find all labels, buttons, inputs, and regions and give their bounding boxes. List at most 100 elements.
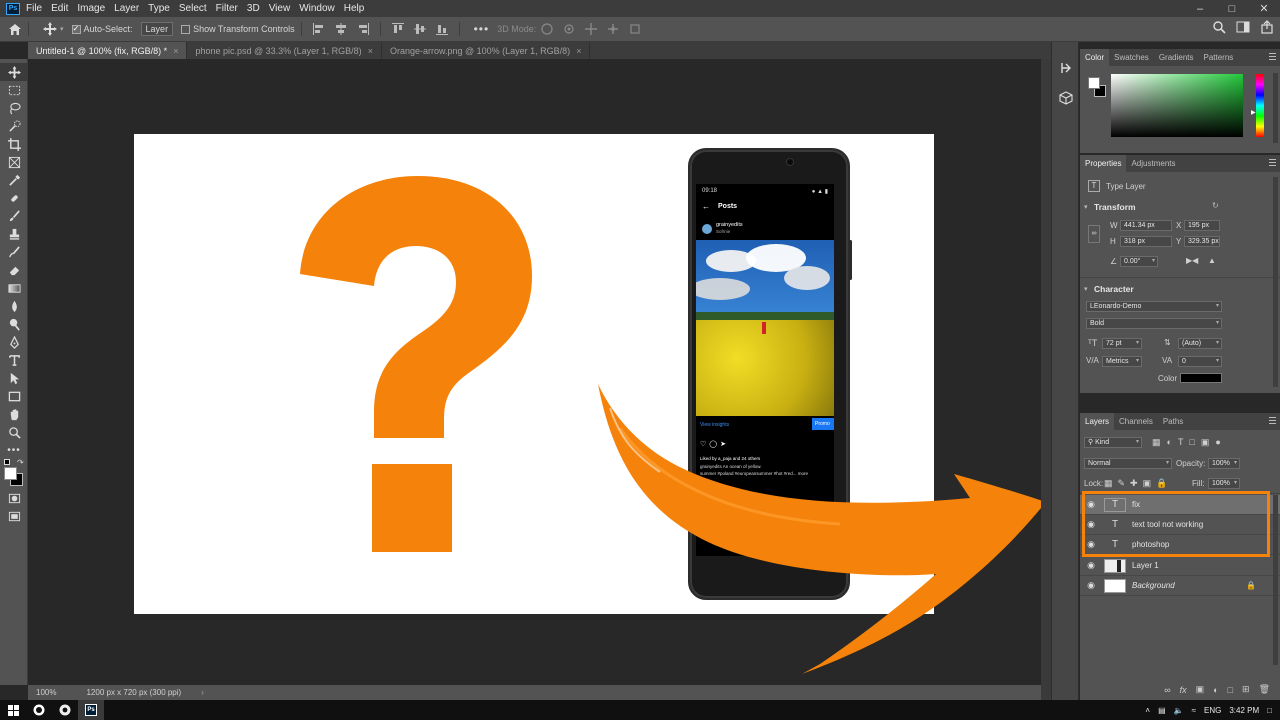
- dodge-tool-icon[interactable]: [0, 315, 28, 333]
- link-dimensions-icon[interactable]: ∞: [1088, 225, 1100, 243]
- panel-menu-icon[interactable]: [1269, 53, 1276, 60]
- visibility-eye-icon[interactable]: ◉: [1080, 560, 1102, 571]
- menu-filter[interactable]: Filter: [216, 3, 238, 14]
- clock[interactable]: 3:42 PM: [1229, 706, 1259, 715]
- close-tab-icon[interactable]: ×: [173, 46, 178, 56]
- height-field[interactable]: 318 px: [1120, 236, 1172, 247]
- angle-field[interactable]: 0.00° ▾: [1120, 256, 1158, 267]
- zoom-tool-icon[interactable]: [0, 423, 28, 441]
- add-mask-icon[interactable]: ▣: [1196, 684, 1205, 695]
- layer-row-layer-1[interactable]: ◉ Layer 1: [1080, 556, 1280, 576]
- chevron-down-icon[interactable]: ▾: [1084, 203, 1088, 211]
- y-field[interactable]: 329.35 px: [1184, 236, 1220, 247]
- 3d-orbit-icon[interactable]: [540, 22, 554, 36]
- lock-icons[interactable]: ▦✎✚▣🔒: [1104, 478, 1172, 489]
- panel-menu-icon[interactable]: [1269, 417, 1276, 424]
- font-style-dropdown[interactable]: Bold ▾: [1086, 318, 1222, 329]
- tab-paths[interactable]: Paths: [1158, 413, 1188, 430]
- close-tab-icon[interactable]: ×: [576, 46, 581, 56]
- menu-type[interactable]: Type: [148, 3, 170, 14]
- menu-3d[interactable]: 3D: [247, 3, 260, 14]
- brush-tool-icon[interactable]: [0, 207, 28, 225]
- maximize-icon[interactable]: □: [1216, 0, 1248, 17]
- flip-horizontal-icon[interactable]: ▶◀: [1186, 256, 1198, 265]
- 3d-scale-icon[interactable]: [628, 22, 642, 36]
- 3d-pan-icon[interactable]: [584, 22, 598, 36]
- menu-file[interactable]: File: [26, 3, 42, 14]
- panel-menu-icon[interactable]: [1269, 159, 1276, 166]
- chrome-icon[interactable]: [52, 700, 78, 720]
- history-panel-icon[interactable]: [1052, 56, 1080, 80]
- layer-filter-icons[interactable]: ▦◐T□▣●: [1152, 437, 1227, 448]
- link-layers-icon[interactable]: ∞: [1164, 685, 1170, 695]
- font-family-dropdown[interactable]: LEonardo-Demo ▾: [1086, 301, 1222, 312]
- workspace-icon[interactable]: [1236, 20, 1250, 34]
- foreground-color-chip[interactable]: [1088, 77, 1100, 89]
- quick-mask-icon[interactable]: [0, 489, 28, 507]
- frame-tool-icon[interactable]: [0, 153, 28, 171]
- close-tab-icon[interactable]: ×: [368, 46, 373, 56]
- scrollbar[interactable]: [1273, 73, 1278, 143]
- volume-icon[interactable]: 🔈: [1174, 706, 1184, 715]
- close-icon[interactable]: ✕: [1248, 0, 1280, 17]
- home-icon[interactable]: [8, 23, 22, 36]
- 3d-roll-icon[interactable]: [562, 22, 576, 36]
- obs-icon[interactable]: [26, 700, 52, 720]
- screen-mode-icon[interactable]: [0, 507, 28, 525]
- foreground-color-swatch[interactable]: [4, 467, 17, 480]
- type-tool-icon[interactable]: [0, 351, 28, 369]
- scrollbar[interactable]: [1273, 495, 1278, 665]
- clone-stamp-tool-icon[interactable]: [0, 225, 28, 243]
- leading-field[interactable]: (Auto) ▾: [1178, 338, 1222, 349]
- tab-layers[interactable]: Layers: [1080, 413, 1115, 430]
- eyedropper-tool-icon[interactable]: [0, 171, 28, 189]
- align-top-icon[interactable]: [391, 22, 405, 36]
- 3d-slide-icon[interactable]: [606, 22, 620, 36]
- more-options-icon[interactable]: •••: [474, 22, 490, 36]
- tab-swatches[interactable]: Swatches: [1109, 49, 1154, 66]
- align-left-icon[interactable]: [312, 22, 326, 36]
- blend-mode-dropdown[interactable]: Normal ▾: [1084, 458, 1172, 469]
- healing-brush-tool-icon[interactable]: [0, 189, 28, 207]
- reset-transform-icon[interactable]: ↻: [1212, 201, 1219, 210]
- color-picker-field[interactable]: [1111, 74, 1243, 137]
- auto-select-checkbox[interactable]: ✓ Auto-Select:: [71, 24, 133, 34]
- chevron-down-icon[interactable]: ▾: [1084, 285, 1088, 293]
- width-field[interactable]: 441.34 px: [1120, 220, 1172, 231]
- notifications-icon[interactable]: □: [1267, 706, 1272, 715]
- 3d-panel-icon[interactable]: [1052, 86, 1080, 110]
- filter-kind-dropdown[interactable]: ⚲ Kind ▾: [1084, 437, 1142, 448]
- network-icon[interactable]: ▤: [1158, 706, 1166, 715]
- tab-adjustments[interactable]: Adjustments: [1126, 155, 1180, 172]
- tab-color[interactable]: Color: [1080, 49, 1110, 66]
- hue-slider-handle-icon[interactable]: ▶: [1251, 109, 1256, 116]
- scrollbar[interactable]: [1273, 177, 1278, 387]
- new-layer-icon[interactable]: ⊞: [1242, 684, 1250, 695]
- tab-untitled-1[interactable]: Untitled-1 @ 100% (fix, RGB/8) * ×: [28, 42, 188, 59]
- tab-channels[interactable]: Channels: [1114, 413, 1158, 430]
- path-selection-tool-icon[interactable]: [0, 369, 28, 387]
- status-menu-icon[interactable]: ›: [201, 688, 204, 697]
- menu-layer[interactable]: Layer: [114, 3, 139, 14]
- eraser-tool-icon[interactable]: [0, 261, 28, 279]
- crop-tool-icon[interactable]: [0, 135, 28, 153]
- menu-edit[interactable]: Edit: [51, 3, 68, 14]
- history-brush-tool-icon[interactable]: [0, 243, 28, 261]
- tracking-field[interactable]: 0 ▾: [1178, 356, 1222, 367]
- tab-gradients[interactable]: Gradients: [1154, 49, 1199, 66]
- edit-toolbar-icon[interactable]: •••: [0, 441, 28, 459]
- gradient-tool-icon[interactable]: [0, 279, 28, 297]
- text-color-swatch[interactable]: [1180, 373, 1222, 383]
- share-icon[interactable]: [1260, 20, 1274, 34]
- tab-patterns[interactable]: Patterns: [1199, 49, 1239, 66]
- blur-tool-icon[interactable]: [0, 297, 28, 315]
- hue-slider[interactable]: [1256, 74, 1264, 137]
- delete-layer-icon[interactable]: 🗑: [1259, 684, 1270, 695]
- menu-view[interactable]: View: [269, 3, 291, 14]
- show-transform-checkbox[interactable]: Show Transform Controls: [181, 24, 295, 34]
- fill-field[interactable]: 100% ▾: [1208, 478, 1240, 489]
- align-center-icon[interactable]: [334, 22, 348, 36]
- layer-style-icon[interactable]: fx: [1180, 685, 1187, 695]
- search-icon[interactable]: [1212, 20, 1226, 34]
- opacity-field[interactable]: 100% ▾: [1208, 458, 1240, 469]
